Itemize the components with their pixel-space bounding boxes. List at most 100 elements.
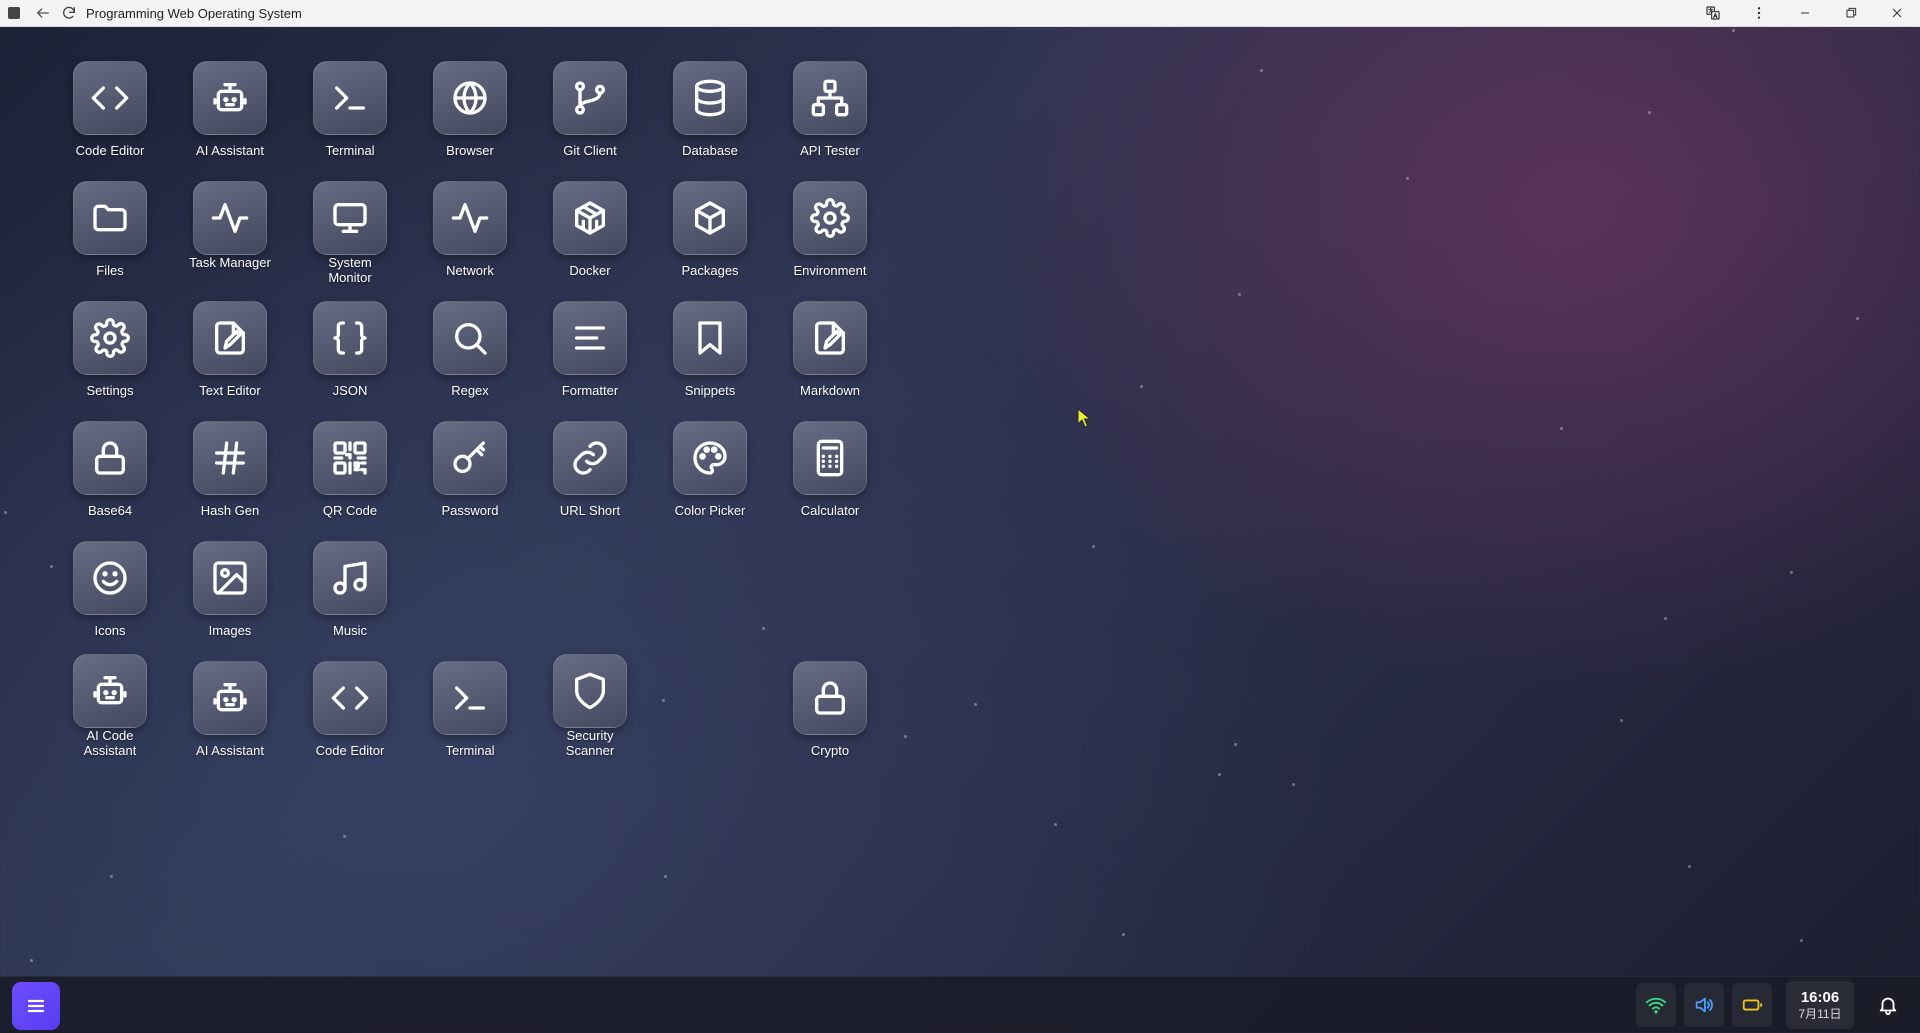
app-tile-button[interactable] bbox=[313, 541, 387, 615]
translate-button[interactable] bbox=[1690, 0, 1736, 26]
app-color-picker[interactable]: Color Picker bbox=[650, 421, 770, 518]
monitor-icon bbox=[333, 203, 367, 233]
app-tile-button[interactable] bbox=[793, 181, 867, 255]
app-json[interactable]: JSON bbox=[290, 301, 410, 398]
app-tile-button[interactable] bbox=[553, 61, 627, 135]
restore-button[interactable] bbox=[1828, 0, 1874, 26]
app-formatter[interactable]: Formatter bbox=[530, 301, 650, 398]
app-tile-button[interactable] bbox=[793, 661, 867, 735]
star bbox=[4, 511, 7, 514]
app-tile-button[interactable] bbox=[193, 61, 267, 135]
app-browser[interactable]: Browser bbox=[410, 61, 530, 158]
app-docker[interactable]: Docker bbox=[530, 181, 650, 278]
back-button[interactable] bbox=[30, 0, 56, 26]
app-security-scanner[interactable]: Security Scanner bbox=[530, 654, 650, 758]
bookmark-icon bbox=[698, 321, 722, 355]
app-tile-button[interactable] bbox=[673, 181, 747, 255]
app-base64[interactable]: Base64 bbox=[50, 421, 170, 518]
app-database[interactable]: Database bbox=[650, 61, 770, 158]
app-tile-button[interactable] bbox=[793, 61, 867, 135]
app-tile-button[interactable] bbox=[553, 421, 627, 495]
app-tile-button[interactable] bbox=[73, 301, 147, 375]
app-markdown[interactable]: Markdown bbox=[770, 301, 890, 398]
app-api-tester[interactable]: API Tester bbox=[770, 61, 890, 158]
app-tile-button[interactable] bbox=[73, 421, 147, 495]
app-ai-assistant[interactable]: AI Assistant bbox=[170, 661, 290, 758]
app-tile-button[interactable] bbox=[673, 61, 747, 135]
app-tile-button[interactable] bbox=[313, 301, 387, 375]
notifications-button[interactable] bbox=[1868, 983, 1908, 1027]
app-tile-button[interactable] bbox=[193, 421, 267, 495]
app-tile-button[interactable] bbox=[553, 181, 627, 255]
app-tile-button[interactable] bbox=[433, 181, 507, 255]
app-tile-button[interactable] bbox=[193, 541, 267, 615]
app-tile-button[interactable] bbox=[433, 661, 507, 735]
app-tile-button[interactable] bbox=[193, 661, 267, 735]
gear-icon bbox=[810, 198, 850, 238]
app-terminal[interactable]: Terminal bbox=[290, 61, 410, 158]
desktop: Code Editor AI Assistant Terminal Browser Gi… bbox=[0, 27, 1920, 975]
app-tile-button[interactable] bbox=[673, 301, 747, 375]
close-button[interactable] bbox=[1874, 0, 1920, 26]
app-tile-button[interactable] bbox=[433, 61, 507, 135]
app-hash-gen[interactable]: Hash Gen bbox=[170, 421, 290, 518]
gear-icon bbox=[90, 318, 130, 358]
more-options-button[interactable] bbox=[1736, 0, 1782, 26]
app-tile-button[interactable] bbox=[313, 61, 387, 135]
terminal-icon bbox=[455, 686, 485, 710]
app-tile-button[interactable] bbox=[313, 181, 387, 255]
app-qr-code[interactable]: QR Code bbox=[290, 421, 410, 518]
app-settings[interactable]: Settings bbox=[50, 301, 170, 398]
app-images[interactable]: Images bbox=[170, 541, 290, 638]
app-tile-button[interactable] bbox=[73, 541, 147, 615]
calculator-icon bbox=[816, 439, 844, 477]
app-tile-button[interactable] bbox=[433, 301, 507, 375]
app-calculator[interactable]: Calculator bbox=[770, 421, 890, 518]
translate-icon bbox=[1706, 6, 1720, 20]
app-tile-button[interactable] bbox=[673, 421, 747, 495]
app-environment[interactable]: Environment bbox=[770, 181, 890, 278]
app-tile-button[interactable] bbox=[553, 301, 627, 375]
wifi-button[interactable] bbox=[1636, 983, 1676, 1027]
app-regex[interactable]: Regex bbox=[410, 301, 530, 398]
app-url-short[interactable]: URL Short bbox=[530, 421, 650, 518]
clock[interactable]: 16:06 7月11日 bbox=[1786, 981, 1854, 1029]
app-password[interactable]: Password bbox=[410, 421, 530, 518]
app-git-client[interactable]: Git Client bbox=[530, 61, 650, 158]
app-packages[interactable]: Packages bbox=[650, 181, 770, 278]
reload-button[interactable] bbox=[56, 0, 82, 26]
start-menu-button[interactable] bbox=[12, 982, 60, 1030]
app-code-editor[interactable]: Code Editor bbox=[290, 661, 410, 758]
app-text-editor[interactable]: Text Editor bbox=[170, 301, 290, 398]
app-tile-button[interactable] bbox=[433, 421, 507, 495]
battery-button[interactable] bbox=[1732, 983, 1772, 1027]
app-label: API Tester bbox=[800, 143, 860, 158]
app-code-editor[interactable]: Code Editor bbox=[50, 61, 170, 158]
app-tile-button[interactable] bbox=[193, 301, 267, 375]
app-tile-button[interactable] bbox=[73, 181, 147, 255]
app-tile-button[interactable] bbox=[793, 301, 867, 375]
app-tile-button[interactable] bbox=[793, 421, 867, 495]
volume-button[interactable] bbox=[1684, 983, 1724, 1027]
app-terminal[interactable]: Terminal bbox=[410, 661, 530, 758]
app-tile-button[interactable] bbox=[313, 421, 387, 495]
app-crypto[interactable]: Crypto bbox=[770, 661, 890, 758]
app-label: Icons bbox=[94, 623, 126, 638]
app-system-monitor[interactable]: System Monitor bbox=[290, 181, 410, 285]
app-tile-button[interactable] bbox=[73, 61, 147, 135]
taskbar: 16:06 7月11日 bbox=[0, 976, 1920, 1033]
wifi-icon bbox=[1645, 997, 1667, 1014]
app-task-manager[interactable]: Task Manager bbox=[170, 181, 290, 270]
app-snippets[interactable]: Snippets bbox=[650, 301, 770, 398]
app-tile-button[interactable] bbox=[73, 654, 147, 728]
app-music[interactable]: Music bbox=[290, 541, 410, 638]
app-ai-assistant[interactable]: AI Assistant bbox=[170, 61, 290, 158]
app-tile-button[interactable] bbox=[553, 654, 627, 728]
app-icons[interactable]: Icons bbox=[50, 541, 170, 638]
app-tile-button[interactable] bbox=[313, 661, 387, 735]
app-ai-code-assistant[interactable]: AI Code Assistant bbox=[50, 654, 170, 758]
app-tile-button[interactable] bbox=[193, 181, 267, 255]
minimize-button[interactable] bbox=[1782, 0, 1828, 26]
app-files[interactable]: Files bbox=[50, 181, 170, 278]
app-network[interactable]: Network bbox=[410, 181, 530, 278]
